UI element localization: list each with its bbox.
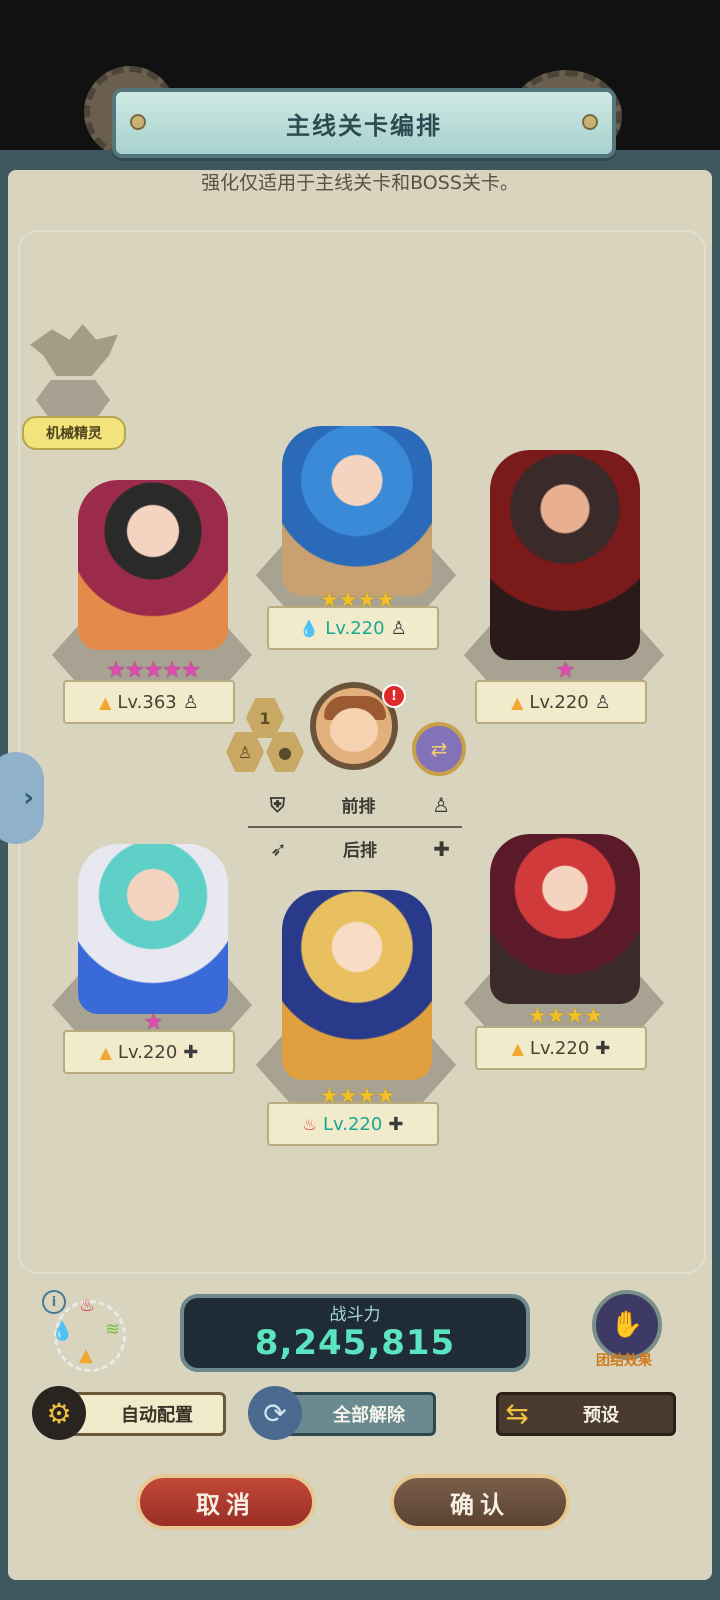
wind-element-icon: ≋ — [105, 1319, 121, 1340]
chevron-right-icon: › — [23, 783, 34, 813]
preset-label: 预设 — [583, 1405, 619, 1426]
alert-badge: ! — [382, 684, 406, 708]
back-row-text: 后排 — [343, 841, 377, 861]
spirit-pedestal — [36, 380, 110, 420]
water-element-icon: 💧 — [299, 618, 320, 638]
sword-position-icon: ♙ — [594, 691, 611, 713]
slot-number: 1 — [259, 708, 271, 728]
auto-assign-label: 自动配置 — [121, 1405, 193, 1426]
unlink-icon: ⟳ — [248, 1386, 302, 1440]
hero-slot-front-center[interactable]: ★★★★ 💧 Lv.220 ♙ — [252, 420, 462, 650]
hero-portrait — [282, 890, 432, 1080]
bond-effect-label: 团结效果 — [596, 1353, 652, 1369]
shield-icon: ⛨ — [270, 792, 285, 817]
leader-face — [330, 708, 378, 752]
hero-slot-back-right[interactable]: ★★★★ ▲ Lv.220 ✚ — [460, 830, 670, 1075]
back-row-label: ➶ 后排 ✚ — [270, 836, 450, 862]
info-icon[interactable]: i — [42, 1290, 66, 1314]
side-expand-button[interactable]: › — [0, 752, 44, 844]
hero-level: Lv.220 — [529, 1037, 590, 1059]
clear-all-label: 全部解除 — [333, 1405, 405, 1426]
cancel-button[interactable]: 取消 — [136, 1474, 316, 1530]
swap-leader-button[interactable]: ⇄ — [412, 722, 466, 776]
swap-arrows-icon: ⇄ — [430, 737, 448, 761]
water-element-icon: 💧 — [51, 1321, 74, 1342]
hero-level: Lv.220 — [529, 691, 589, 713]
fire-element-icon: ▲ — [99, 692, 112, 712]
hero-level: Lv.220 — [325, 617, 385, 639]
rivet-icon — [582, 114, 598, 130]
sword-icon: ♙ — [432, 792, 450, 817]
gear-moon-icon: ⚙ — [32, 1386, 86, 1440]
hero-level: Lv.220 — [117, 1041, 178, 1063]
element-cycle-ring[interactable]: ♨ 💧 ≋ ▲ — [51, 1295, 126, 1372]
spirit-silhouette-icon — [30, 324, 118, 376]
combat-power-value: 8,245,815 — [254, 1323, 456, 1363]
sword-position-icon: ♙ — [390, 617, 407, 639]
hero-level-badge: 💧 Lv.220 ♙ — [267, 606, 439, 650]
fire-element-icon: ♨ — [79, 1295, 96, 1316]
hero-portrait — [78, 844, 228, 1014]
spirit-label: 机械精灵 — [22, 416, 126, 450]
hero-level-badge: ▲ Lv.220 ♙ — [475, 680, 647, 724]
sword-position-icon: ♙ — [182, 691, 199, 713]
bow-icon: ➶ — [270, 836, 287, 861]
hero-portrait — [490, 450, 640, 660]
hero-level: Lv.363 — [117, 691, 177, 713]
plus-position-icon: ✚ — [595, 1037, 611, 1059]
combat-power-panel: 战斗力 8,245,815 — [180, 1294, 530, 1372]
hero-level-badge: ▲ Lv.363 ♙ — [63, 680, 235, 724]
hero-level: Lv.220 — [322, 1113, 383, 1135]
swap-arrows-icon: ⇆ — [505, 1396, 529, 1430]
hero-level-badge: ♨ Lv.220 ✚ — [267, 1102, 439, 1146]
row-divider — [248, 826, 462, 828]
hero-level-badge: ▲ Lv.220 ✚ — [63, 1030, 235, 1074]
confirm-button[interactable]: 确认 — [390, 1474, 570, 1530]
front-row-label: ⛨ 前排 ♙ — [270, 792, 450, 818]
combat-power-label: 战斗力 — [329, 1305, 381, 1325]
hero-slot-front-left[interactable]: ★★★★★ ▲ Lv.363 ♙ — [48, 470, 258, 730]
hero-portrait — [490, 834, 640, 1004]
hero-slot-back-center[interactable]: ★★★★ ♨ Lv.220 ✚ — [252, 880, 462, 1146]
page-subtitle: 强化仅适用于主线关卡和BOSS关卡。 — [201, 172, 519, 194]
fire-element-icon: ▲ — [99, 1042, 112, 1062]
hero-portrait — [78, 480, 228, 650]
hero-slot-back-left[interactable]: ★ ▲ Lv.220 ✚ — [48, 840, 258, 1080]
fire-element-icon: ▲ — [511, 692, 524, 712]
page-title: 主线关卡编排 — [286, 111, 442, 140]
hero-slot-front-right[interactable]: ★ ▲ Lv.220 ♙ — [460, 430, 670, 730]
front-row-text: 前排 — [341, 797, 376, 817]
mech-spirit-slot[interactable]: 机械精灵 — [22, 320, 126, 450]
fire-element-icon: ▲ — [511, 1038, 524, 1058]
title-plate: 主线关卡编排 — [112, 88, 616, 158]
fire-element-icon: ♨ — [302, 1114, 317, 1134]
earth-element-icon: ▲ — [79, 1345, 93, 1366]
plus-position-icon: ✚ — [183, 1041, 199, 1063]
handshake-icon: ✋ — [610, 1310, 644, 1340]
plus-position-icon: ✚ — [388, 1113, 404, 1135]
rivet-icon — [130, 114, 146, 130]
hero-level-badge: ▲ Lv.220 ✚ — [475, 1026, 647, 1070]
hero-portrait — [282, 426, 432, 596]
plus-icon: ✚ — [433, 836, 450, 861]
